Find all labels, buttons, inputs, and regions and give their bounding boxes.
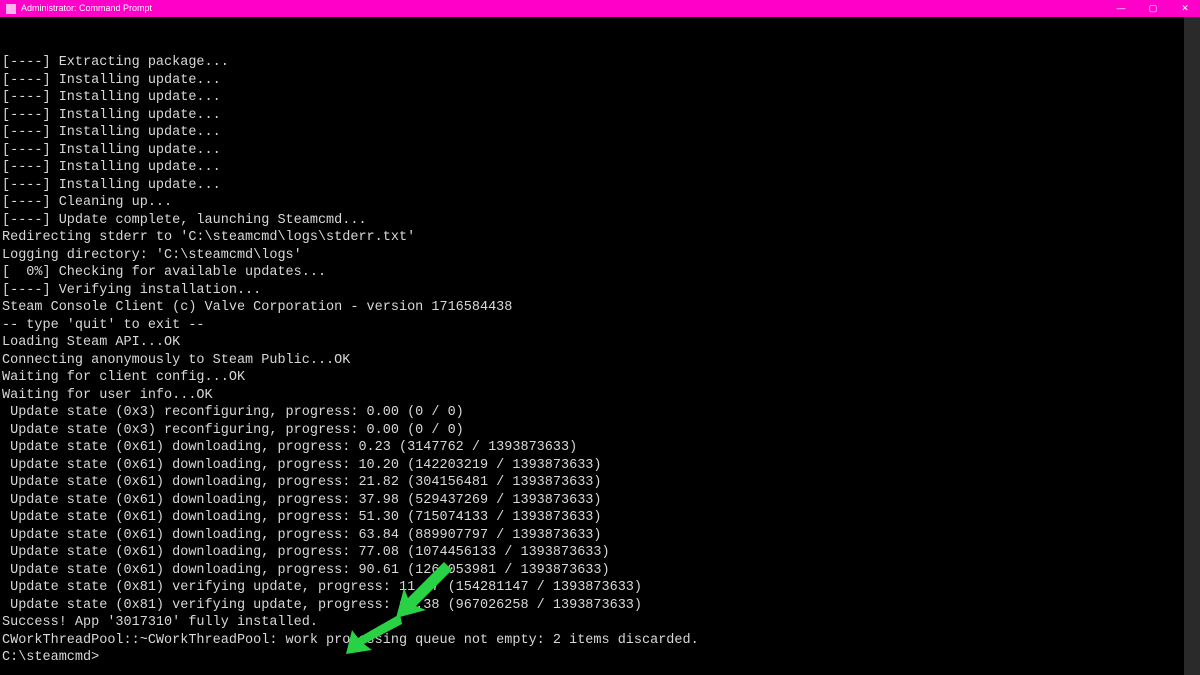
terminal-line: [ 0%] Checking for available updates...: [2, 264, 1198, 282]
terminal-line: [----] Installing update...: [2, 107, 1198, 125]
terminal-line: Update state (0x61) downloading, progres…: [2, 562, 1198, 580]
terminal-line: [----] Installing update...: [2, 142, 1198, 160]
terminal-line: Update state (0x61) downloading, progres…: [2, 439, 1198, 457]
terminal-line: Connecting anonymously to Steam Public..…: [2, 352, 1198, 370]
terminal-line: [----] Update complete, launching Steamc…: [2, 212, 1198, 230]
terminal-line: [----] Installing update...: [2, 72, 1198, 90]
terminal-area[interactable]: [----] Extracting package...[----] Insta…: [0, 17, 1200, 675]
terminal-output: [----] Extracting package...[----] Insta…: [2, 54, 1198, 667]
terminal-line: Update state (0x61) downloading, progres…: [2, 544, 1198, 562]
titlebar-left: Administrator: Command Prompt: [6, 0, 152, 17]
terminal-line: Steam Console Client (c) Valve Corporati…: [2, 299, 1198, 317]
terminal-line: [----] Installing update...: [2, 159, 1198, 177]
terminal-line: Update state (0x81) verifying update, pr…: [2, 597, 1198, 615]
terminal-line: Update state (0x61) downloading, progres…: [2, 492, 1198, 510]
terminal-line: Waiting for client config...OK: [2, 369, 1198, 387]
terminal-line: Update state (0x61) downloading, progres…: [2, 457, 1198, 475]
terminal-line: Update state (0x81) verifying update, pr…: [2, 579, 1198, 597]
window-titlebar[interactable]: Administrator: Command Prompt — ▢ ✕: [0, 0, 1200, 17]
window-title: Administrator: Command Prompt: [21, 0, 152, 17]
maximize-button[interactable]: ▢: [1148, 4, 1158, 14]
terminal-line: Logging directory: 'C:\steamcmd\logs': [2, 247, 1198, 265]
terminal-line: Update state (0x61) downloading, progres…: [2, 509, 1198, 527]
terminal-line: [----] Installing update...: [2, 89, 1198, 107]
vertical-scrollbar[interactable]: [1184, 17, 1200, 675]
terminal-line: Update state (0x61) downloading, progres…: [2, 474, 1198, 492]
window-controls: — ▢ ✕: [1116, 4, 1190, 14]
terminal-line: Redirecting stderr to 'C:\steamcmd\logs\…: [2, 229, 1198, 247]
minimize-button[interactable]: —: [1116, 4, 1126, 14]
terminal-line: Update state (0x3) reconfiguring, progre…: [2, 422, 1198, 440]
terminal-line: Loading Steam API...OK: [2, 334, 1198, 352]
terminal-line: [----] Installing update...: [2, 124, 1198, 142]
terminal-line: [----] Verifying installation...: [2, 282, 1198, 300]
terminal-line: Success! App '3017310' fully installed.: [2, 614, 1198, 632]
terminal-line: [----] Extracting package...: [2, 54, 1198, 72]
terminal-line: -- type 'quit' to exit --: [2, 317, 1198, 335]
terminal-line: Update state (0x61) downloading, progres…: [2, 527, 1198, 545]
terminal-line: Waiting for user info...OK: [2, 387, 1198, 405]
terminal-line: [----] Cleaning up...: [2, 194, 1198, 212]
terminal-line: [----] Installing update...: [2, 177, 1198, 195]
terminal-line: C:\steamcmd>: [2, 649, 1198, 667]
app-icon: [6, 4, 16, 14]
terminal-line: Update state (0x3) reconfiguring, progre…: [2, 404, 1198, 422]
terminal-line: CWorkThreadPool::~CWorkThreadPool: work …: [2, 632, 1198, 650]
close-button[interactable]: ✕: [1180, 4, 1190, 14]
